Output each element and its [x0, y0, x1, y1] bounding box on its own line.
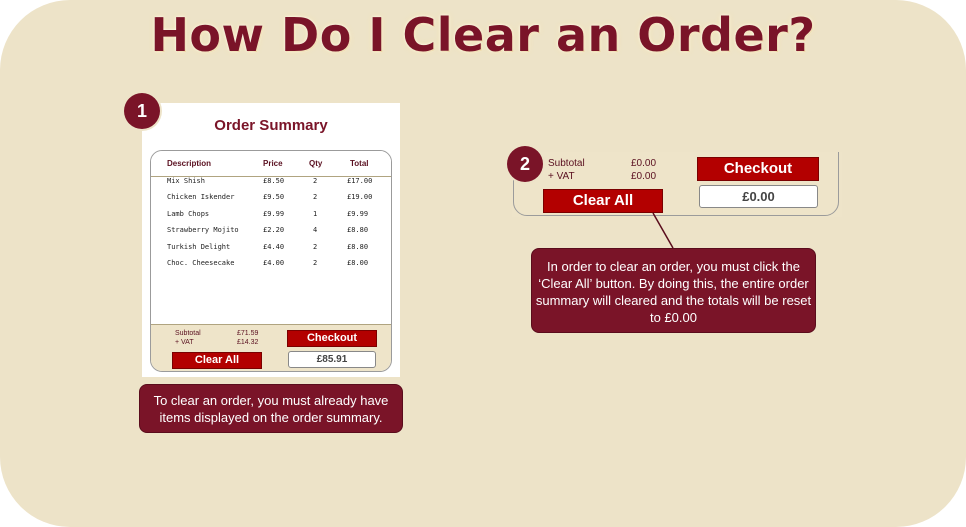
table-row[interactable]: Strawberry Mojito £2.20 4 £8.80 [151, 226, 391, 242]
step-2-callout: In order to clear an order, you must cli… [531, 248, 816, 333]
item-qty: 2 [313, 193, 318, 201]
vat-value: £14.32 [237, 339, 259, 346]
table-row[interactable]: Mix Shish £8.50 2 £17.00 [151, 177, 391, 193]
column-header-qty: Qty [309, 159, 323, 168]
vat-label: + VAT [175, 339, 194, 346]
item-price: £2.20 [263, 226, 285, 234]
item-description: Strawberry Mojito [167, 226, 239, 234]
item-total: £19.00 [347, 193, 373, 201]
table-row[interactable]: Turkish Delight £4.40 2 £8.80 [151, 243, 391, 259]
order-totals-footer: Subtotal £71.59 + VAT £14.32 Checkout Cl… [151, 324, 391, 371]
vat-value: £0.00 [631, 171, 657, 182]
item-price: £4.00 [263, 259, 285, 267]
step-1-callout: To clear an order, you must already have… [139, 384, 403, 433]
order-summary-panel: Order Summary Description Price Qty Tota… [142, 103, 400, 377]
item-description: Choc. Cheesecake [167, 259, 235, 267]
item-total: £8.00 [347, 259, 369, 267]
column-header-price: Price [263, 159, 283, 168]
table-row[interactable]: Chicken Iskender £9.50 2 £19.00 [151, 193, 391, 209]
item-qty: 2 [313, 259, 318, 267]
order-summary-heading: Order Summary [214, 117, 328, 134]
item-price: £8.50 [263, 177, 285, 185]
subtotal-value: £71.59 [237, 330, 259, 337]
item-total: £8.80 [347, 226, 369, 234]
grand-total-display: £0.00 [699, 185, 818, 208]
item-price: £9.50 [263, 193, 285, 201]
item-total: £9.99 [347, 210, 369, 218]
order-summary-table: Description Price Qty Total Mix Shish £8… [150, 150, 392, 372]
column-header-description: Description [167, 159, 212, 168]
item-total: £8.80 [347, 243, 369, 251]
item-qty: 2 [313, 243, 318, 251]
clear-all-button[interactable]: Clear All [172, 352, 262, 369]
column-header-total: Total [350, 159, 369, 168]
item-price: £9.99 [263, 210, 285, 218]
checkout-button[interactable]: Checkout [287, 330, 377, 347]
vat-label: + VAT [548, 171, 575, 182]
item-description: Lamb Chops [167, 210, 210, 218]
table-row[interactable]: Lamb Chops £9.99 1 £9.99 [151, 210, 391, 226]
subtotal-value: £0.00 [631, 158, 657, 169]
step-2-badge: 2 [507, 146, 543, 182]
table-row[interactable]: Choc. Cheesecake £4.00 2 £8.00 [151, 259, 391, 275]
page-title: How Do I Clear an Order? [150, 8, 816, 62]
item-description: Mix Shish [167, 177, 205, 185]
cleared-totals-panel: Subtotal £0.00 + VAT £0.00 Checkout Clea… [512, 152, 842, 217]
table-header: Description Price Qty Total [151, 151, 391, 177]
subtotal-label: Subtotal [548, 158, 585, 169]
item-qty: 4 [313, 226, 318, 234]
step-1-badge: 1 [124, 93, 160, 129]
item-qty: 2 [313, 177, 318, 185]
checkout-button[interactable]: Checkout [697, 157, 819, 181]
item-qty: 1 [313, 210, 318, 218]
clear-all-button[interactable]: Clear All [543, 189, 663, 213]
grand-total-display: £85.91 [288, 351, 376, 368]
item-total: £17.00 [347, 177, 373, 185]
item-price: £4.40 [263, 243, 285, 251]
item-description: Chicken Iskender [167, 193, 235, 201]
item-description: Turkish Delight [167, 243, 231, 251]
subtotal-label: Subtotal [175, 330, 201, 337]
